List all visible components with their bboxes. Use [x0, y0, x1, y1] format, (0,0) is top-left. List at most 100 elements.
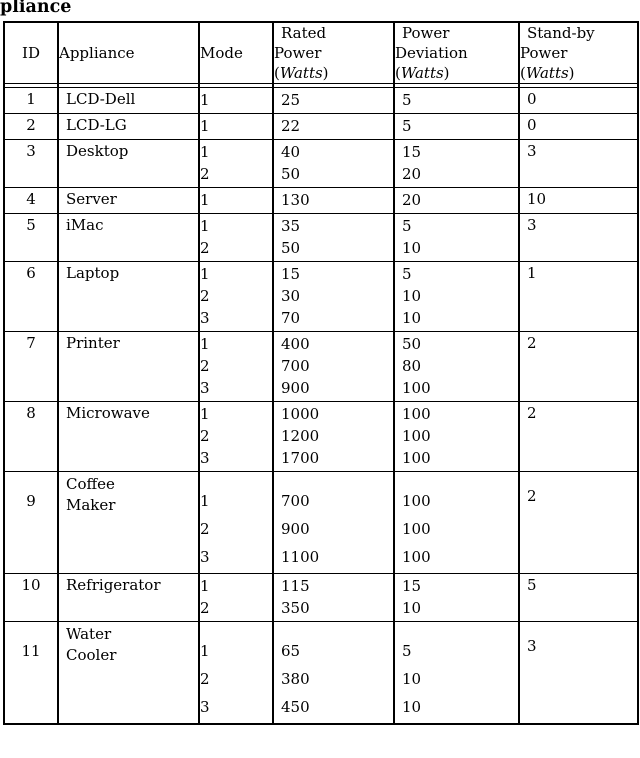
cell-rated-power: 115 350 — [273, 573, 395, 622]
table-row: 2 LCD-LG 1 22 5 0 — [4, 113, 638, 140]
cell-appliance: Microwave — [58, 401, 200, 472]
cell-id: 11 — [4, 621, 59, 724]
value-appliance: Laptop — [66, 264, 120, 282]
cell-appliance: iMac — [58, 213, 200, 262]
header-row: ID Appliance Mode Rated Power (Watts) Po… — [4, 22, 638, 84]
value-appliance: Coffee Maker — [59, 472, 198, 516]
value-standby-power: 3 — [527, 637, 537, 655]
value-rated-power: 25 — [281, 91, 301, 109]
value-rated-power-stack: 35 50 — [274, 214, 393, 261]
value-rated-power: 1000 — [281, 405, 320, 423]
header-unit-standby: Watts — [525, 64, 569, 82]
caption-text: pliance — [0, 0, 72, 17]
value-mode: 2 — [200, 599, 210, 617]
value-mode: 1 — [200, 642, 210, 660]
cell-id: 6 — [4, 261, 59, 332]
value-power-deviation: 10 — [402, 309, 422, 327]
value-mode: 3 — [200, 449, 210, 467]
value-mode-stack: 1 2 3 — [200, 332, 272, 401]
header-label-standby-line1: Stand-by — [527, 24, 595, 42]
header-unit-rated: Watts — [279, 64, 323, 82]
cell-standby-power: 10 — [519, 187, 638, 214]
value-standby-power: 10 — [527, 190, 547, 208]
header-label-id: ID — [22, 44, 40, 62]
header-cell-appliance: Appliance — [58, 22, 200, 84]
value-power-deviation: 100 — [402, 520, 431, 538]
value-power-deviation: 10 — [402, 670, 422, 688]
value-mode-stack: 1 2 3 — [200, 262, 272, 331]
cell-id: 4 — [4, 187, 59, 214]
value-power-deviation: 100 — [402, 427, 431, 445]
cell-mode: 1 — [199, 87, 274, 114]
value-id: 9 — [26, 492, 36, 510]
cell-mode: 12 — [199, 213, 274, 262]
value-rated-power: 50 — [281, 239, 301, 257]
value-rated-power-stack: 15 30 70 — [274, 262, 393, 331]
value-standby-power: 0 — [527, 116, 537, 134]
table-row: 4 Server 1 130 20 10 — [4, 187, 638, 214]
value-mode: 2 — [200, 357, 210, 375]
value-standby-power: 3 — [527, 216, 537, 234]
value-power-deviation: 5 — [402, 265, 412, 283]
cell-appliance: Laptop — [58, 261, 200, 332]
cell-id: 9 — [4, 471, 59, 574]
value-rated-power: 70 — [281, 309, 301, 327]
cell-standby-power: 1 — [519, 261, 638, 332]
header-label-rated-line2: Power — [274, 44, 322, 62]
value-power-deviation-stack: 5 10 10 — [395, 622, 518, 723]
value-appliance: Desktop — [66, 142, 129, 160]
cell-rated-power: 22 — [273, 113, 395, 140]
cell-standby-power: 3 — [519, 139, 638, 188]
value-rated-power-stack: 400 700 900 — [274, 332, 393, 401]
table-row: 11 Water Cooler 1 2 3 65 380 450 5 10 10 3 — [4, 621, 638, 724]
value-id: 1 — [26, 90, 36, 108]
header-label-deviation-line2: Deviation — [395, 44, 468, 62]
value-mode-stack: 12 — [200, 140, 272, 187]
value-standby-power: 1 — [527, 264, 537, 282]
value-mode: 3 — [200, 698, 210, 716]
value-mode: 1 — [200, 217, 210, 235]
value-rated-power: 380 — [281, 670, 310, 688]
header-unit-close-paren-rated: ) — [322, 64, 329, 82]
table-row: 3 Desktop 1 2 40 50 15 20 3 — [4, 139, 638, 188]
cell-mode: 1 2 3 — [199, 471, 274, 574]
value-mode-stack: 12 — [200, 214, 272, 261]
cell-standby-power: 3 — [519, 213, 638, 262]
value-appliance: Water Cooler — [59, 622, 198, 666]
value-appliance-line1: Coffee — [66, 475, 115, 493]
cell-mode: 12 — [199, 573, 274, 622]
value-rated-power: 35 — [281, 217, 301, 235]
value-rated-power: 1100 — [281, 548, 320, 566]
table-row: 9 Coffee Maker 1 2 3 700 900 1100 100 100 100 2 — [4, 471, 638, 574]
header-label-standby-line2: Power — [520, 44, 568, 62]
value-mode-stack: 12 — [200, 574, 272, 621]
value-standby-power: 2 — [527, 404, 537, 422]
value-power-deviation-stack: 5 — [395, 88, 518, 113]
value-rated-power: 1200 — [281, 427, 320, 445]
header-label-rated-line1: Rated — [281, 24, 327, 42]
value-appliance: LCD-Dell — [66, 90, 136, 108]
cell-rated-power: 40 50 — [273, 139, 395, 188]
table-row: 10 Refrigerator 1 2 115 350 15 10 5 — [4, 573, 638, 622]
value-mode: 3 — [200, 548, 210, 566]
value-power-deviation: 10 — [402, 599, 422, 617]
cell-standby-power: 2 — [519, 331, 638, 402]
value-power-deviation-stack: 5 10 10 — [395, 262, 518, 331]
value-mode: 2 — [200, 165, 210, 183]
cell-appliance: Water Cooler — [58, 621, 200, 724]
value-appliance: Server — [66, 190, 117, 208]
cell-appliance: LCD-LG — [58, 113, 200, 140]
value-mode: 2 — [200, 287, 210, 305]
value-rated-power: 350 — [281, 599, 310, 617]
value-rated-power: 115 — [281, 577, 310, 595]
value-mode: 3 — [200, 379, 210, 397]
value-rated-power-stack: 1000 1200 1700 — [274, 402, 393, 471]
cell-id: 2 — [4, 113, 59, 140]
cell-standby-power: 2 — [519, 401, 638, 472]
value-rated-power: 30 — [281, 287, 301, 305]
value-appliance: LCD-LG — [66, 116, 127, 134]
value-power-deviation: 80 — [402, 357, 422, 375]
value-power-deviation: 10 — [402, 239, 422, 257]
table-row: 8 Microwave 1 2 3 1000 1200 1700 100 100 100 2 — [4, 401, 638, 472]
value-mode: 1 — [200, 335, 210, 353]
